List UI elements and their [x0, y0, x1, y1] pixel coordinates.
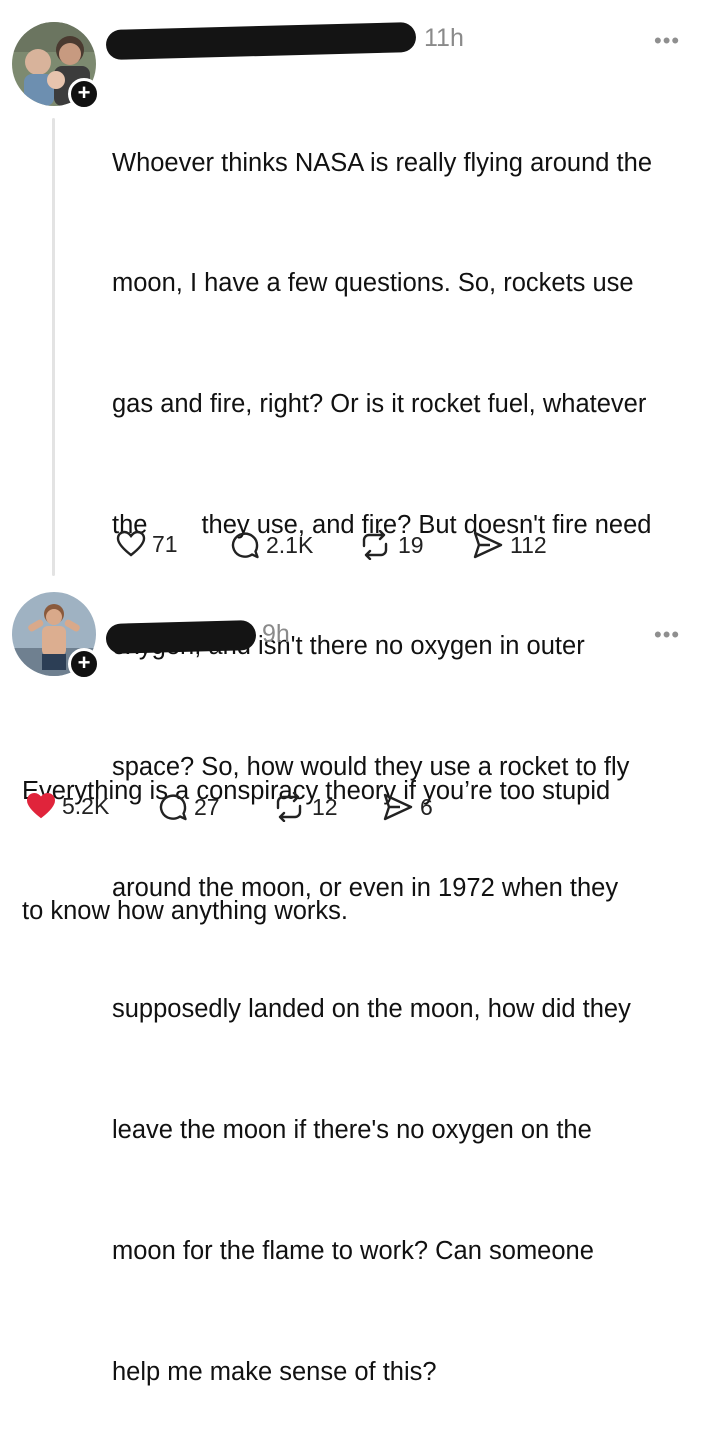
like-button[interactable]: 71	[116, 530, 178, 558]
post-body: Everything is a conspiracy theory if you…	[22, 690, 702, 972]
like-count: 5.2K	[62, 792, 110, 819]
post-line: moon, I have a few questions. So, rocket…	[112, 269, 634, 298]
more-options-icon[interactable]: •••	[654, 622, 680, 648]
share-button[interactable]: 6	[382, 792, 433, 822]
post-line: leave the moon if there's no oxygen on t…	[112, 1115, 592, 1144]
reply-count: 27	[194, 793, 220, 820]
heart-icon	[116, 530, 146, 557]
like-button[interactable]: 5.2K	[26, 792, 109, 820]
more-options-icon[interactable]: •••	[654, 28, 680, 54]
username-redacted	[105, 21, 417, 61]
post-time: 9h	[262, 620, 290, 648]
send-icon	[383, 793, 413, 821]
post-line: to know how anything works.	[22, 897, 348, 926]
follow-plus-icon[interactable]: +	[68, 78, 100, 110]
post-line: gas and fire, right? Or is it rocket fue…	[112, 390, 647, 419]
reply-button[interactable]: 2.1K	[230, 530, 313, 560]
share-count: 6	[420, 793, 433, 820]
follow-plus-icon[interactable]: +	[68, 648, 100, 680]
speech-bubble-icon	[231, 532, 259, 559]
like-count: 71	[152, 530, 178, 557]
reply-button[interactable]: 27	[158, 792, 220, 822]
post-line: Everything is a conspiracy theory if you…	[22, 776, 611, 805]
speech-bubble-icon	[159, 794, 187, 821]
share-count: 112	[510, 531, 547, 558]
heart-icon	[26, 792, 56, 819]
repost-button[interactable]: 19	[358, 530, 424, 560]
thread-line	[52, 118, 55, 576]
post-line: moon for the flame to work? Can someone	[112, 1236, 594, 1265]
repost-count: 19	[398, 531, 424, 558]
repost-count: 12	[312, 793, 338, 820]
reply-count: 2.1K	[266, 531, 314, 558]
post-time: 11h	[424, 24, 464, 52]
post-line: Whoever thinks NASA is really flying aro…	[112, 148, 653, 177]
username-redacted	[105, 620, 257, 654]
repost-icon	[276, 792, 302, 822]
repost-icon	[362, 530, 388, 560]
post-line: supposedly landed on the moon, how did t…	[112, 994, 631, 1023]
send-icon	[473, 531, 503, 559]
share-button[interactable]: 112	[472, 530, 547, 560]
post-line: help me make sense of this?	[112, 1357, 437, 1386]
repost-button[interactable]: 12	[272, 792, 338, 822]
